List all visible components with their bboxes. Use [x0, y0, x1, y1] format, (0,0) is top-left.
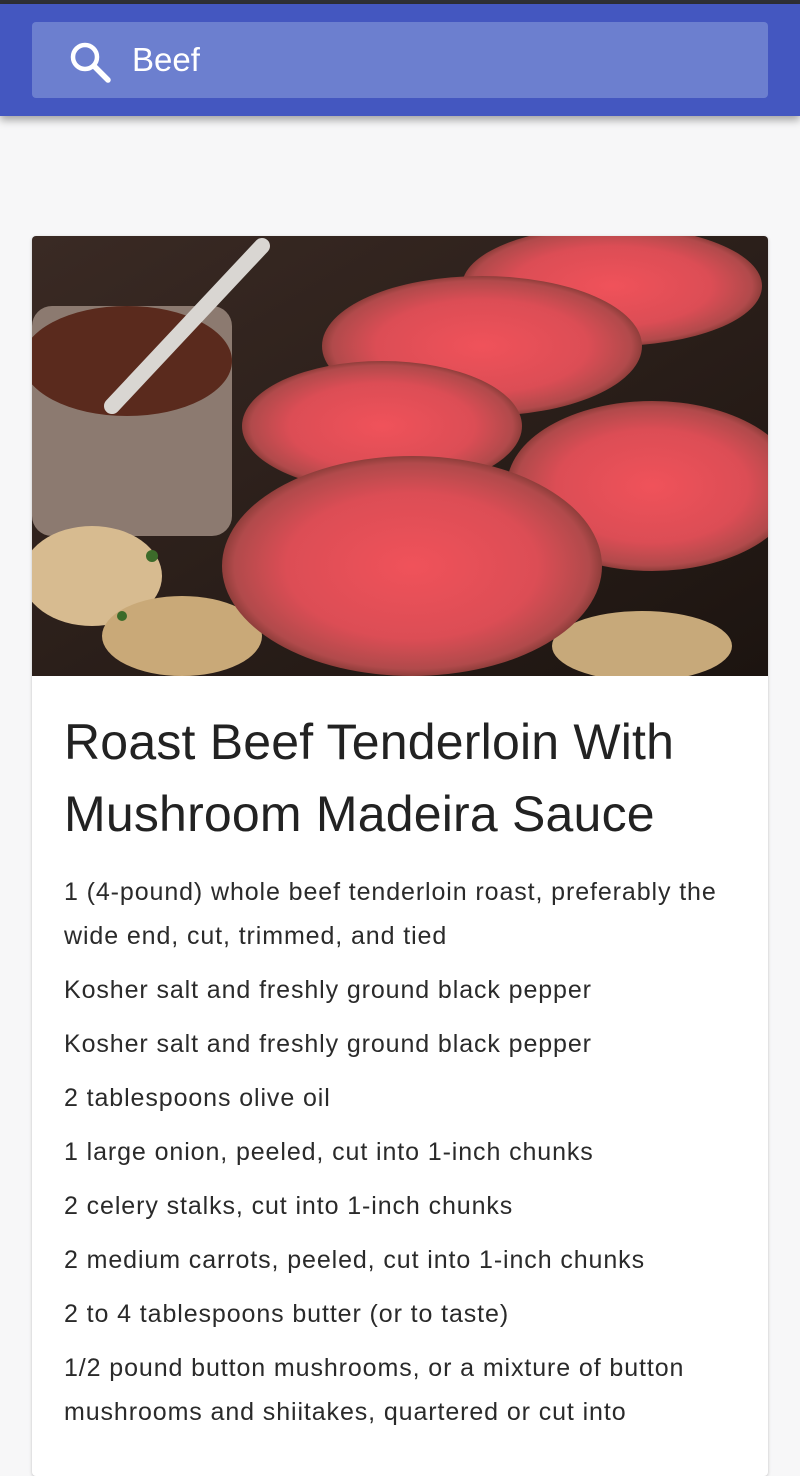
app-bar [0, 4, 800, 116]
recipe-title: Roast Beef Tenderloin With Mushroom Made… [64, 714, 675, 842]
ingredient-item: 2 medium carrots, peeled, cut into 1-inc… [64, 1246, 645, 1274]
search-icon[interactable] [68, 40, 112, 84]
ingredient-item: 1 (4-pound) whole beef tenderloin roast,… [64, 878, 717, 950]
recipe-image [32, 236, 768, 676]
ingredient-item: Kosher salt and freshly ground black pep… [64, 1030, 592, 1058]
search-bar[interactable] [32, 22, 768, 98]
recipe-content: Roast Beef Tenderloin With Mushroom Made… [64, 706, 754, 1444]
search-input[interactable] [132, 22, 732, 98]
ingredient-item: Kosher salt and freshly ground black pep… [64, 976, 592, 1004]
ingredient-item: 1/2 pound button mushrooms, or a mixture… [64, 1354, 685, 1426]
ingredient-item: 2 celery stalks, cut into 1-inch chunks [64, 1192, 514, 1220]
ingredient-item: 2 to 4 tablespoons butter (or to taste) [64, 1300, 510, 1328]
recipe-card[interactable]: Roast Beef Tenderloin With Mushroom Made… [32, 236, 768, 1476]
ingredient-item: 1 large onion, peeled, cut into 1-inch c… [64, 1138, 594, 1166]
ingredient-item: 2 tablespoons olive oil [64, 1084, 331, 1112]
ingredient-list: 1 (4-pound) whole beef tenderloin roast,… [64, 870, 754, 1434]
